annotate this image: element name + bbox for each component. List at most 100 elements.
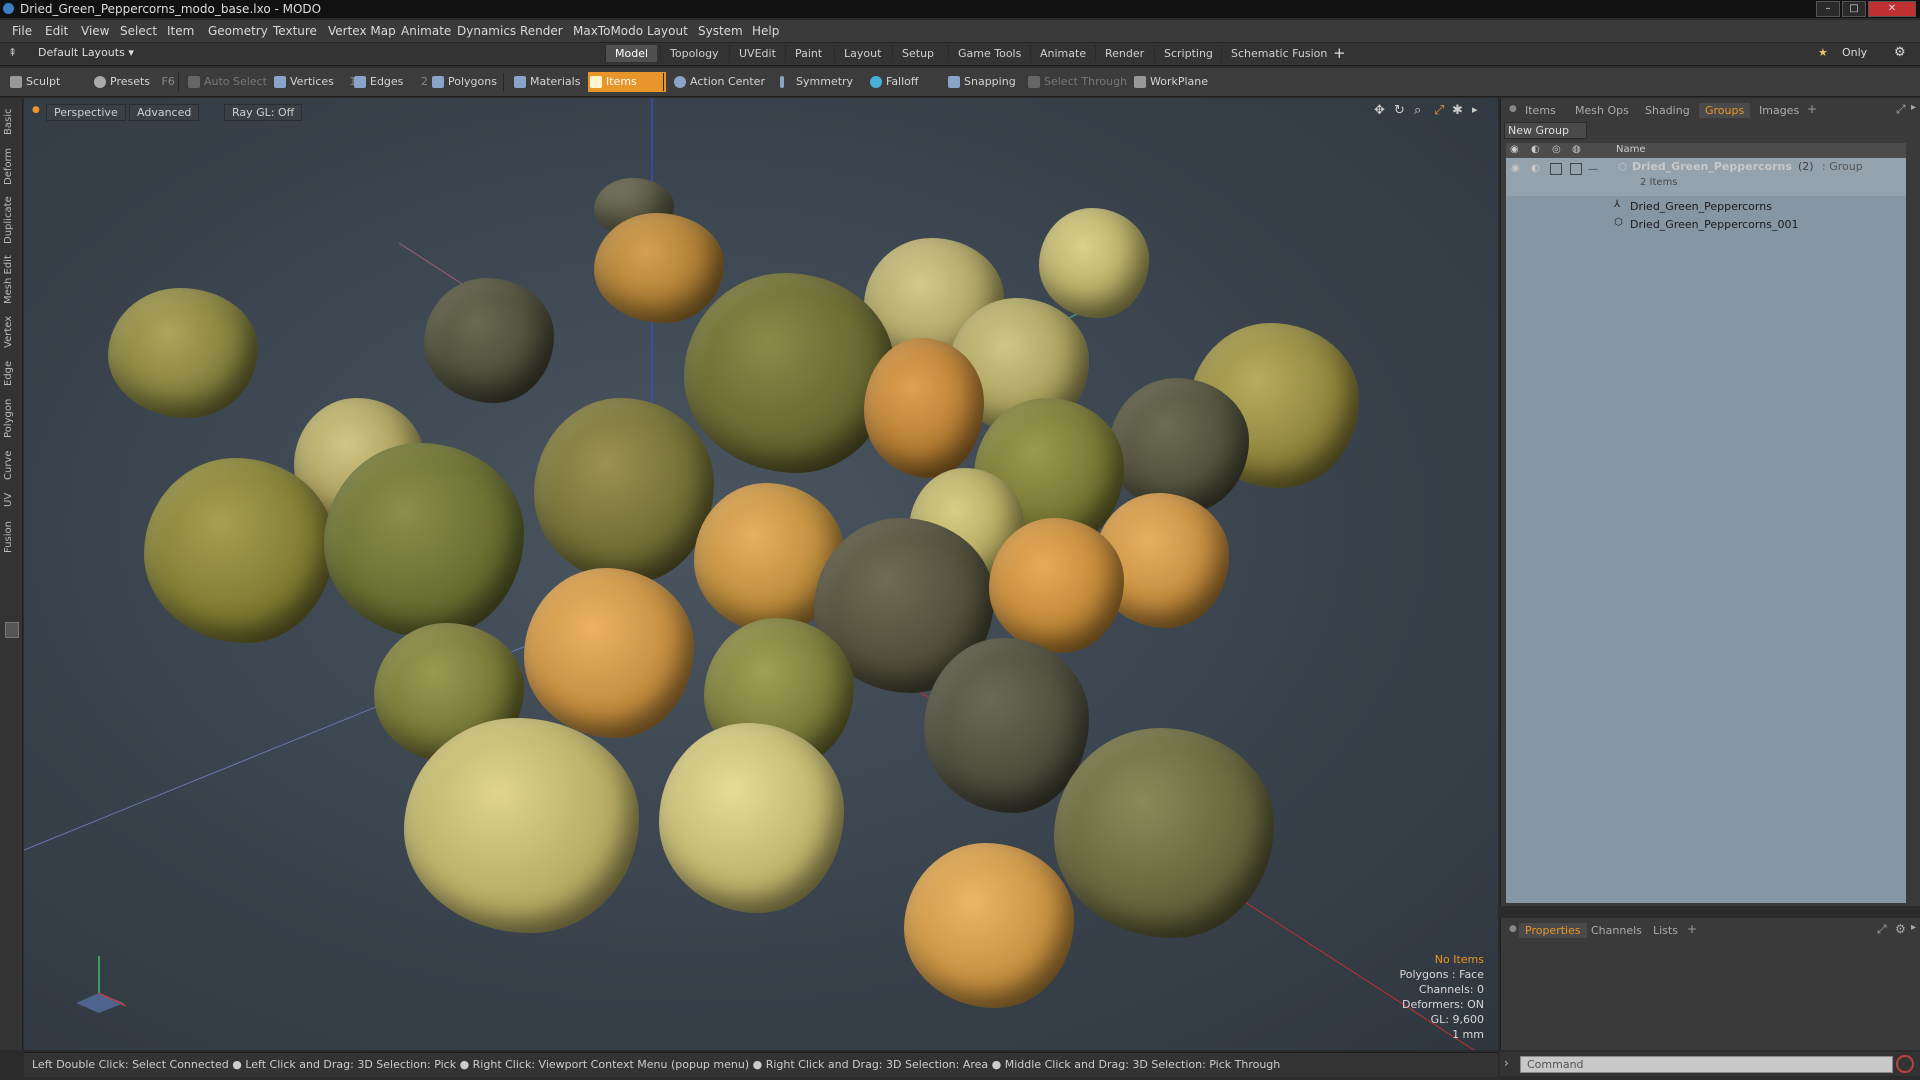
workplane-button[interactable]: WorkPlane [1132,72,1208,92]
items-button[interactable]: Items [588,72,666,92]
peppercorn [924,638,1089,813]
minimize-button[interactable]: – [1816,1,1840,17]
tab-vertex[interactable]: Vertex [3,314,19,350]
tab-curve[interactable]: Curve [3,448,19,482]
menu-render[interactable]: Render [520,24,563,38]
tab-basic[interactable]: Basic [3,106,19,138]
tab-channels[interactable]: Channels [1585,923,1648,938]
render-column-icon[interactable]: ◎ [1552,144,1561,155]
menu-geometry[interactable]: Geometry [208,24,268,38]
layout-tab-bar: ⇞ Default Layouts ▾ Model Topology UVEdi… [0,43,1920,66]
edges-button[interactable]: Edges 2 [352,72,428,92]
tab-uv[interactable]: UV [3,490,19,510]
menu-texture[interactable]: Texture [273,24,317,38]
lock-column-icon[interactable]: ◐ [1531,144,1540,155]
panel-more-icon[interactable]: ▸ [1911,102,1916,113]
new-group-button[interactable]: New Group [1504,122,1587,139]
eye-icon[interactable]: ◉ [1511,163,1520,174]
tab-mesh-ops[interactable]: Mesh Ops [1569,103,1635,118]
peppercorn [144,458,334,643]
menu-animate[interactable]: Animate [401,24,451,38]
snapping-button[interactable]: Snapping [946,72,1016,92]
falloff-label: Falloff [886,75,919,88]
3d-viewport[interactable]: ● Perspective Advanced Ray GL: Off ✥ ↻ ⌕… [24,98,1498,1050]
tab-setup[interactable]: Setup [892,45,943,62]
maximize-button[interactable]: □ [1842,1,1866,17]
gear-icon[interactable]: ⚙ [1895,922,1906,936]
workplane-icon [1134,76,1146,88]
tab-deform[interactable]: Deform [3,146,19,186]
group-item-row[interactable]: ⅄ Dried_Green_Peppercorns [1506,198,1906,216]
falloff-button[interactable]: Falloff [868,72,918,92]
tab-render[interactable]: Render [1095,45,1153,62]
record-icon[interactable] [1896,1055,1914,1073]
tab-polygon[interactable]: Polygon [3,396,19,440]
menu-item[interactable]: Item [167,24,194,38]
expand-panel-icon[interactable]: ⤢ [1877,922,1887,937]
group-item-row[interactable]: ⬡ Dried_Green_Peppercorns_001 [1506,216,1906,234]
auto-select-button[interactable]: Auto Select [186,72,267,92]
close-button[interactable]: ✕ [1868,1,1916,17]
gear-icon[interactable]: ⚙ [1894,45,1906,60]
tab-groups[interactable]: Groups [1699,103,1751,118]
group-row[interactable]: ◉ ◐ — ⬡ Dried_Green_Peppercorns (2) : Gr… [1506,158,1906,196]
tab-uvedit[interactable]: UVEdit [729,45,785,62]
menu-layout[interactable]: Layout [647,24,688,38]
tab-model[interactable]: Model [605,45,658,62]
sculpt-button[interactable]: Sculpt [8,72,60,92]
tab-properties[interactable]: Properties [1519,923,1587,938]
menu-file[interactable]: File [12,24,32,38]
visibility-column-icon[interactable]: ◉ [1510,144,1519,155]
vertices-button[interactable]: Vertices 1 [272,72,356,92]
panel-menu-icon[interactable]: ● [1509,924,1517,934]
panel-menu-icon[interactable]: ● [1509,104,1517,114]
menu-view[interactable]: View [81,24,109,38]
tab-images[interactable]: Images [1753,103,1805,118]
command-input[interactable]: Command [1520,1056,1893,1073]
menu-dynamics[interactable]: Dynamics [457,24,516,38]
tab-layout[interactable]: Layout [834,45,890,62]
action-center-button[interactable]: Action Center [672,72,765,92]
select-toggle[interactable] [1570,163,1582,175]
polygons-button[interactable]: Polygons [430,72,497,92]
peppercorn [684,273,894,473]
expand-panel-icon[interactable]: ⤢ [1896,102,1906,117]
menu-edit[interactable]: Edit [45,24,68,38]
menu-system[interactable]: System [698,24,743,38]
add-tab-icon[interactable]: + [1333,44,1346,62]
layout-selector[interactable]: Default Layouts ▾ [38,46,134,59]
menu-vertex-map[interactable]: Vertex Map [328,24,396,38]
materials-button[interactable]: Materials [512,72,580,92]
tab-game-tools[interactable]: Game Tools [948,45,1030,62]
tab-scripting[interactable]: Scripting [1154,45,1222,62]
menu-help[interactable]: Help [752,24,779,38]
tab-lists[interactable]: Lists [1647,923,1684,938]
tab-schematic-fusion[interactable]: Schematic Fusion [1221,45,1336,62]
expand-toggle[interactable] [5,622,19,638]
collapse-icon[interactable]: — [1588,164,1598,175]
tab-shading[interactable]: Shading [1639,103,1696,118]
tab-fusion[interactable]: Fusion [3,518,19,556]
menu-select[interactable]: Select [120,24,157,38]
add-tab-icon[interactable]: + [1807,102,1817,116]
presets-button[interactable]: Presets F6 [92,72,175,92]
menu-maxtomodo[interactable]: MaxToModo [573,24,643,38]
tab-items[interactable]: Items [1519,103,1562,118]
select-through-button[interactable]: Select Through [1026,72,1127,92]
tab-edge[interactable]: Edge [3,358,19,388]
tab-animate[interactable]: Animate [1030,45,1095,62]
only-toggle[interactable]: Only [1842,46,1867,59]
lock-icon[interactable]: ◐ [1531,163,1540,174]
add-tab-icon[interactable]: + [1687,922,1697,936]
locator-icon: ⅄ [1614,199,1621,210]
collapse-icon[interactable]: ⇞ [8,46,17,59]
panel-more-icon[interactable]: ▸ [1911,922,1916,933]
select-column-icon[interactable]: ◍ [1572,144,1581,155]
tab-mesh-edit[interactable]: Mesh Edit [3,254,19,306]
tab-duplicate[interactable]: Duplicate [3,194,19,246]
tab-paint[interactable]: Paint [785,45,831,62]
tab-topology[interactable]: Topology [660,45,728,62]
groups-list: ◉ ◐ ◎ ◍ Name ◉ ◐ — ⬡ Dried_Green_Pepperc… [1506,143,1906,903]
symmetry-button[interactable]: Symmetry [778,72,853,92]
render-toggle[interactable] [1550,163,1562,175]
